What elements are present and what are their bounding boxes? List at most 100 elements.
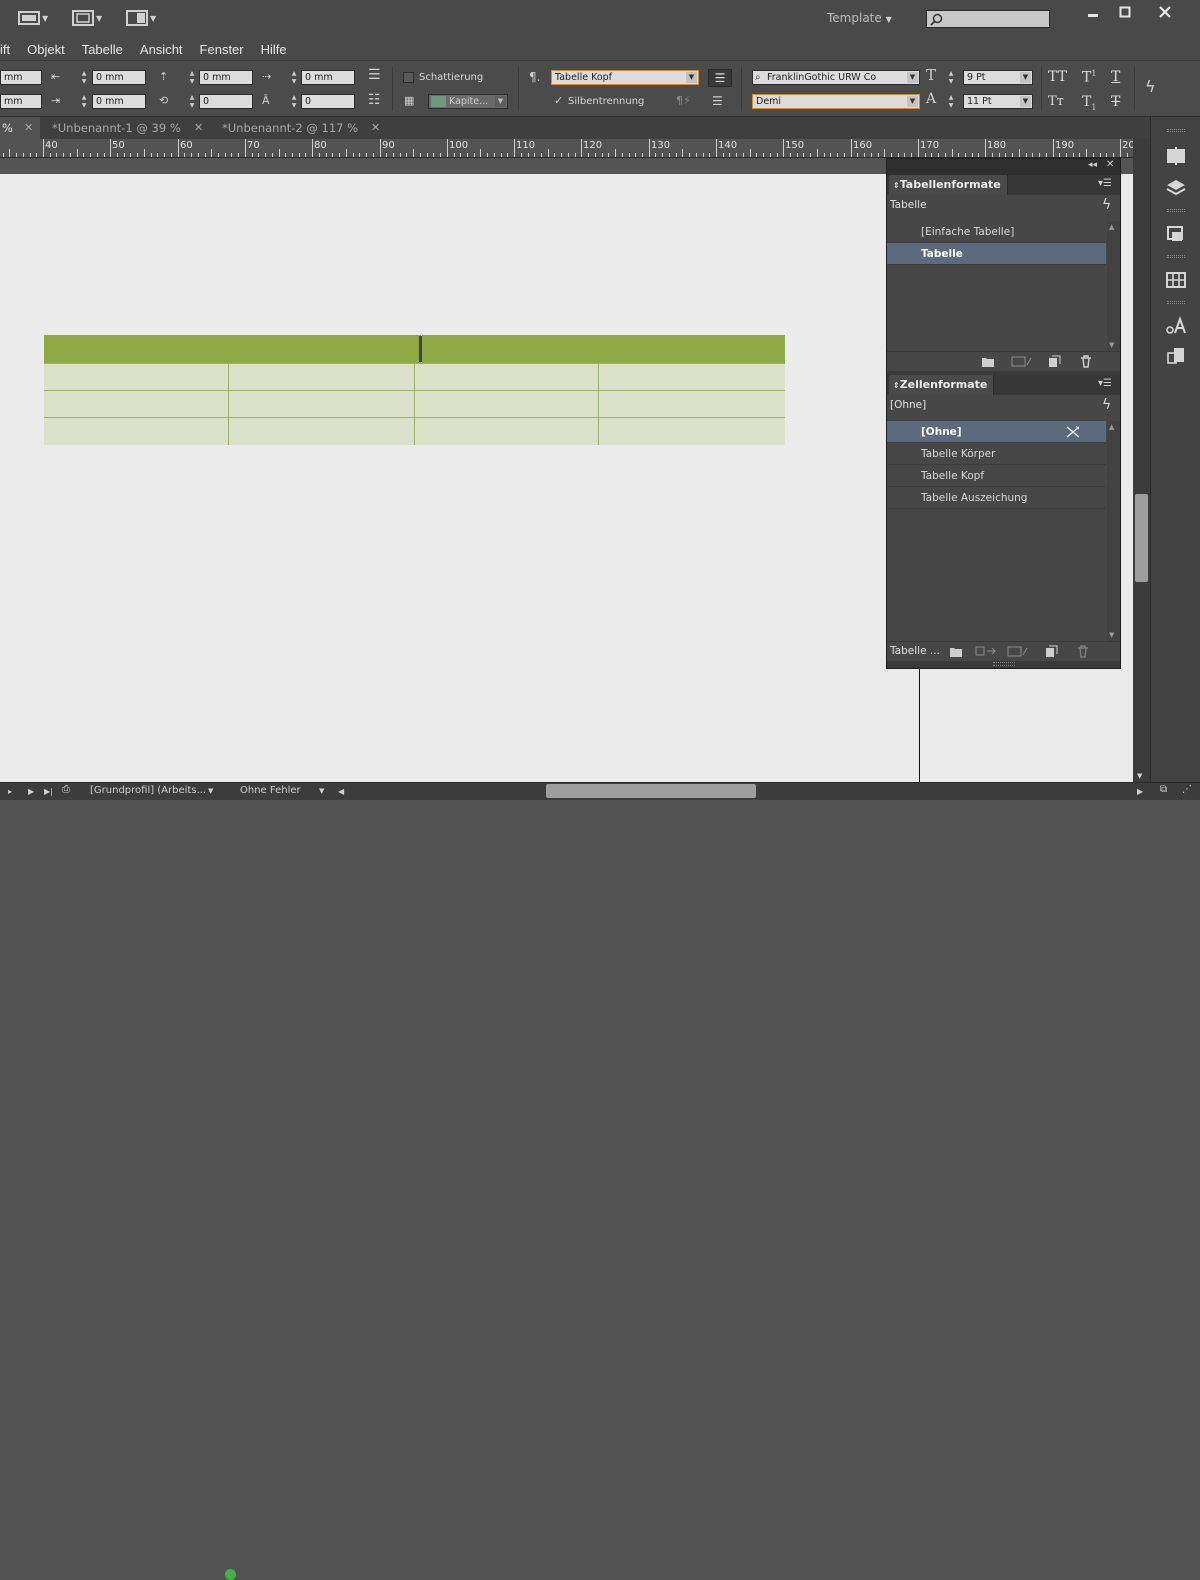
- table-body-cell[interactable]: [44, 417, 229, 445]
- list-item[interactable]: Tabelle: [887, 243, 1106, 265]
- table[interactable]: [44, 335, 785, 445]
- horizontal-ruler[interactable]: 40 50 60 70 80 90 100 110 120 130 140 150 160 170 180 1…: [0, 139, 1133, 158]
- links-panel-button[interactable]: [1163, 223, 1189, 245]
- next-page-button[interactable]: ▶: [28, 787, 34, 796]
- resize-grip[interactable]: [993, 662, 1015, 666]
- checkmark-icon[interactable]: ✓: [554, 95, 563, 107]
- table-body-cell[interactable]: [415, 417, 599, 445]
- dock-grip[interactable]: [1167, 301, 1185, 304]
- rotation-field[interactable]: 0: [199, 94, 253, 109]
- open-page-icon[interactable]: ⎙: [62, 784, 70, 795]
- rotation-stepper[interactable]: ▲ ▼: [188, 94, 196, 109]
- close-icon[interactable]: ✕: [24, 117, 33, 139]
- cell-height-field[interactable]: mm: [0, 94, 42, 109]
- screen-mode-button[interactable]: ▼: [72, 9, 102, 27]
- trash-icon[interactable]: [1076, 645, 1090, 658]
- paragraph-style-dropdown[interactable]: Tabelle Kopf ▼: [551, 70, 699, 85]
- new-style-icon[interactable]: [1047, 355, 1061, 368]
- close-icon[interactable]: ✕: [194, 117, 203, 139]
- menu-item-tabelle[interactable]: Tabelle: [82, 42, 123, 57]
- font-size-field[interactable]: 9 Pt ▼: [963, 70, 1033, 85]
- table-body-cell[interactable]: [44, 363, 229, 390]
- character-styles-panel-button[interactable]: [1163, 315, 1189, 337]
- align-justify-icon[interactable]: ☰: [712, 95, 723, 107]
- tab-table-styles[interactable]: ⇕Tabellenformate: [889, 175, 1008, 195]
- all-caps-icon[interactable]: TT: [1048, 69, 1067, 85]
- arrange-documents-button[interactable]: ▼: [126, 9, 156, 27]
- align-top-icon[interactable]: ☰: [368, 68, 381, 82]
- baseline-offset-field[interactable]: 0: [301, 94, 355, 109]
- chevron-down-icon[interactable]: ▼: [208, 787, 213, 795]
- list-item[interactable]: Tabelle Auszeichung: [887, 487, 1106, 509]
- panel-group-header[interactable]: ◂◂ ✕: [887, 159, 1120, 175]
- font-size-stepper[interactable]: ▲ ▼: [947, 70, 955, 85]
- inset-bottom-field[interactable]: 0 mm: [92, 94, 146, 109]
- font-style-dropdown[interactable]: Demi ▼: [752, 94, 920, 109]
- table-body-cell[interactable]: [229, 417, 415, 445]
- tab-unbenannt-2[interactable]: *Unbenannt-2 @ 117 %: [222, 117, 358, 139]
- panel-menu-icon[interactable]: ▾☰: [1098, 378, 1112, 389]
- inset-left-field[interactable]: 0 mm: [92, 70, 146, 85]
- clear-overrides-icon[interactable]: [1007, 645, 1029, 658]
- small-caps-icon[interactable]: Tт: [1048, 94, 1064, 109]
- scroll-right-icon[interactable]: ▶: [1137, 787, 1143, 796]
- shading-checkbox[interactable]: [403, 72, 414, 83]
- scroll-down-icon[interactable]: ▼: [1109, 341, 1114, 349]
- shading-swatch-dropdown[interactable]: Kapite... ▼: [428, 94, 508, 109]
- subscript-icon[interactable]: T1: [1082, 94, 1096, 112]
- list-item[interactable]: [Ohne]: [887, 421, 1106, 443]
- table-body-cell[interactable]: [599, 417, 785, 445]
- table-body-cell[interactable]: [415, 363, 599, 390]
- resize-grip-icon[interactable]: ⋰: [1182, 784, 1192, 795]
- search-input[interactable]: [927, 11, 1049, 27]
- table-body-cell[interactable]: [599, 390, 785, 417]
- table-body-cell[interactable]: [229, 390, 415, 417]
- last-page-button[interactable]: ▶|: [44, 787, 53, 796]
- table-header-cell[interactable]: [422, 335, 785, 363]
- workspace-switcher[interactable]: Template ▼: [827, 11, 892, 25]
- table-header-cell[interactable]: [44, 335, 421, 363]
- menu-item-fenster[interactable]: Fenster: [200, 42, 244, 57]
- vertical-scrollbar[interactable]: ▼: [1133, 139, 1150, 782]
- cell-width-field[interactable]: mm: [0, 70, 42, 85]
- table-styles-scrollbar[interactable]: ▲ ▼: [1107, 221, 1120, 351]
- clear-override-icon[interactable]: ¶⚡: [676, 95, 691, 107]
- collapse-panels-icon[interactable]: ◂◂: [1088, 160, 1097, 170]
- leading-field[interactable]: 11 Pt ▼: [963, 94, 1033, 109]
- tab-cell-styles[interactable]: ⇕Zellenformate: [889, 375, 995, 395]
- font-family-dropdown[interactable]: ⌕ FranklinGothic URW Co ▼: [752, 70, 920, 85]
- dock-grip[interactable]: [1167, 255, 1185, 258]
- tab-current-document[interactable]: %: [0, 117, 40, 139]
- paragraph-styles-panel-button[interactable]: [1163, 345, 1189, 367]
- quick-apply-icon[interactable]: ϟ: [1102, 197, 1111, 213]
- first-page-button[interactable]: ▸: [8, 787, 12, 796]
- maximize-button[interactable]: [1109, 3, 1141, 21]
- panel-menu-icon[interactable]: ▾☰: [1098, 178, 1112, 189]
- menu-item-schrift[interactable]: ift: [0, 42, 10, 57]
- close-icon[interactable]: ✕: [1106, 159, 1114, 170]
- list-item[interactable]: Tabelle Kopf: [887, 465, 1106, 487]
- leading-stepper[interactable]: ▲ ▼: [947, 94, 955, 109]
- close-window-button[interactable]: [1149, 3, 1181, 21]
- layers-panel-button[interactable]: [1163, 177, 1189, 199]
- break-link-icon[interactable]: [975, 645, 997, 658]
- horizontal-scrollbar-thumb[interactable]: [546, 784, 756, 798]
- scroll-down-icon[interactable]: ▼: [1137, 772, 1142, 780]
- cell-styles-scrollbar[interactable]: ▲ ▼: [1107, 421, 1120, 641]
- list-item[interactable]: Tabelle Körper: [887, 443, 1106, 465]
- underline-icon[interactable]: T: [1111, 69, 1120, 85]
- close-icon[interactable]: ✕: [371, 117, 380, 139]
- menu-item-hilfe[interactable]: Hilfe: [261, 42, 287, 57]
- inset-top-field[interactable]: 0 mm: [199, 70, 253, 85]
- superscript-icon[interactable]: T1: [1082, 69, 1096, 86]
- inset-top-stepper[interactable]: ▲ ▼: [188, 70, 196, 85]
- dock-grip[interactable]: [1167, 129, 1185, 132]
- dock-grip[interactable]: [1167, 209, 1185, 212]
- table-body-cell[interactable]: [415, 390, 599, 417]
- folder-icon[interactable]: [981, 355, 995, 368]
- menu-item-objekt[interactable]: Objekt: [27, 42, 65, 57]
- align-left-button[interactable]: ☰: [708, 69, 732, 87]
- vertical-scrollbar-thumb[interactable]: [1135, 494, 1148, 582]
- view-options-button[interactable]: ▼: [18, 9, 48, 27]
- quick-apply-icon[interactable]: ϟ: [1102, 397, 1111, 413]
